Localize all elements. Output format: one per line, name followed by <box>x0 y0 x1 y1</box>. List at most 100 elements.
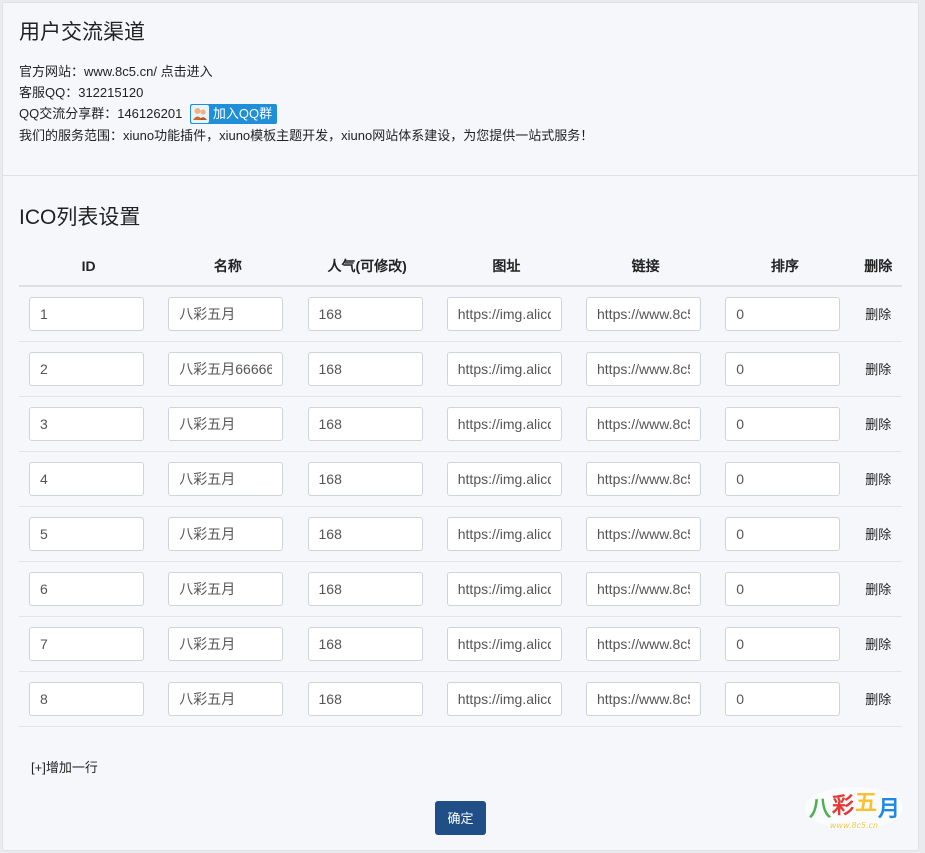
table-cell <box>436 616 576 672</box>
table-cell <box>158 341 298 397</box>
column-header-image: 图址 <box>436 246 576 287</box>
table-cell <box>436 341 576 397</box>
table-cell <box>158 616 298 672</box>
id-input[interactable] <box>29 516 144 551</box>
table-cell <box>297 286 437 342</box>
link-input[interactable] <box>586 461 701 496</box>
popularity-input[interactable] <box>307 296 423 331</box>
popularity-input[interactable] <box>307 461 423 496</box>
delete-row-link[interactable]: 删除 <box>854 451 902 507</box>
popularity-input[interactable] <box>307 571 423 606</box>
join-qq-group-button[interactable]: 加入QQ群 <box>189 103 278 124</box>
image-url-input[interactable] <box>446 626 562 661</box>
popularity-input[interactable] <box>307 626 423 661</box>
link-input[interactable] <box>586 351 701 386</box>
popularity-input[interactable] <box>307 681 423 716</box>
name-input[interactable] <box>168 516 284 551</box>
table-cell <box>19 396 159 452</box>
link-input[interactable] <box>586 681 701 716</box>
table-cell <box>158 451 298 507</box>
qq-group-icon <box>190 104 209 123</box>
table-cell <box>715 451 855 507</box>
table-cell <box>19 616 159 672</box>
id-input[interactable] <box>29 351 144 386</box>
id-input[interactable] <box>29 681 144 716</box>
link-input[interactable] <box>586 571 701 606</box>
table-cell <box>158 396 298 452</box>
image-url-input[interactable] <box>446 296 562 331</box>
brand-watermark-logo: 八 彩 五 月 www.8c5.cn <box>805 787 903 830</box>
sort-input[interactable] <box>725 296 841 331</box>
name-input[interactable] <box>168 406 284 441</box>
name-input[interactable] <box>168 571 284 606</box>
confirm-button[interactable]: 确定 <box>435 800 486 835</box>
id-input[interactable] <box>29 461 144 496</box>
sort-input[interactable] <box>725 626 841 661</box>
table-cell <box>158 286 298 342</box>
link-input[interactable] <box>586 406 701 441</box>
table-cell <box>297 396 437 452</box>
column-header-sort: 排序 <box>715 246 855 287</box>
table-cell <box>297 506 437 562</box>
id-input[interactable] <box>29 626 144 661</box>
popularity-input[interactable] <box>307 516 423 551</box>
image-url-input[interactable] <box>446 461 562 496</box>
link-input[interactable] <box>586 516 701 551</box>
table-cell <box>576 561 716 617</box>
table-cell <box>436 561 576 617</box>
column-header-name: 名称 <box>158 246 298 287</box>
image-url-input[interactable] <box>446 571 562 606</box>
popularity-input[interactable] <box>307 351 423 386</box>
sort-input[interactable] <box>725 571 841 606</box>
sort-input[interactable] <box>725 516 841 551</box>
add-row-link[interactable]: [+]增加一行 <box>31 757 98 776</box>
sort-input[interactable] <box>725 461 841 496</box>
delete-row-link[interactable]: 删除 <box>854 396 902 452</box>
table-cell <box>436 396 576 452</box>
service-qq-line: 客服QQ：312215120 <box>19 85 144 100</box>
delete-row-link[interactable]: 删除 <box>854 341 902 397</box>
sort-input[interactable] <box>725 406 841 441</box>
table-cell <box>715 616 855 672</box>
sort-input[interactable] <box>725 681 841 716</box>
table-cell <box>576 671 716 727</box>
table-row: 删除 <box>19 616 902 672</box>
delete-row-link[interactable]: 删除 <box>854 506 902 562</box>
table-cell <box>576 616 716 672</box>
name-input[interactable] <box>168 351 284 386</box>
table-cell <box>297 616 437 672</box>
table-cell <box>158 506 298 562</box>
id-input[interactable] <box>29 296 144 331</box>
ico-title: ICO列表设置 <box>19 206 141 229</box>
service-scope-line: 我们的服务范围：xiuno功能插件，xiuno模板主题开发，xiuno网站体系建… <box>19 127 594 143</box>
table-cell <box>576 396 716 452</box>
name-input[interactable] <box>168 461 284 496</box>
name-input[interactable] <box>168 681 284 716</box>
watermark-char: 八 <box>809 797 832 822</box>
qq-group-text: QQ交流分享群：146126201 <box>19 106 183 121</box>
delete-row-link[interactable]: 删除 <box>854 671 902 727</box>
id-input[interactable] <box>29 406 144 441</box>
image-url-input[interactable] <box>446 516 562 551</box>
sort-input[interactable] <box>725 351 841 386</box>
delete-row-link[interactable]: 删除 <box>854 561 902 617</box>
table-cell <box>158 561 298 617</box>
image-url-input[interactable] <box>446 681 562 716</box>
id-input[interactable] <box>29 571 144 606</box>
link-input[interactable] <box>586 296 701 331</box>
delete-row-link[interactable]: 删除 <box>854 286 902 342</box>
channel-title: 用户交流渠道 <box>19 21 145 44</box>
image-url-input[interactable] <box>446 406 562 441</box>
name-input[interactable] <box>168 626 284 661</box>
delete-row-link[interactable]: 删除 <box>854 616 902 672</box>
popularity-input[interactable] <box>307 406 423 441</box>
watermark-char: 五 <box>855 791 877 816</box>
table-cell <box>19 286 159 342</box>
settings-card: 用户交流渠道 官方网站：www.8c5.cn/ 点击进入 客服QQ：312215… <box>2 2 919 851</box>
name-input[interactable] <box>168 296 284 331</box>
image-url-input[interactable] <box>446 351 562 386</box>
official-site-line[interactable]: 官方网站：www.8c5.cn/ 点击进入 <box>19 61 902 82</box>
column-header-id: ID <box>19 246 159 287</box>
channel-section: 用户交流渠道 官方网站：www.8c5.cn/ 点击进入 客服QQ：312215… <box>3 3 918 176</box>
link-input[interactable] <box>586 626 701 661</box>
